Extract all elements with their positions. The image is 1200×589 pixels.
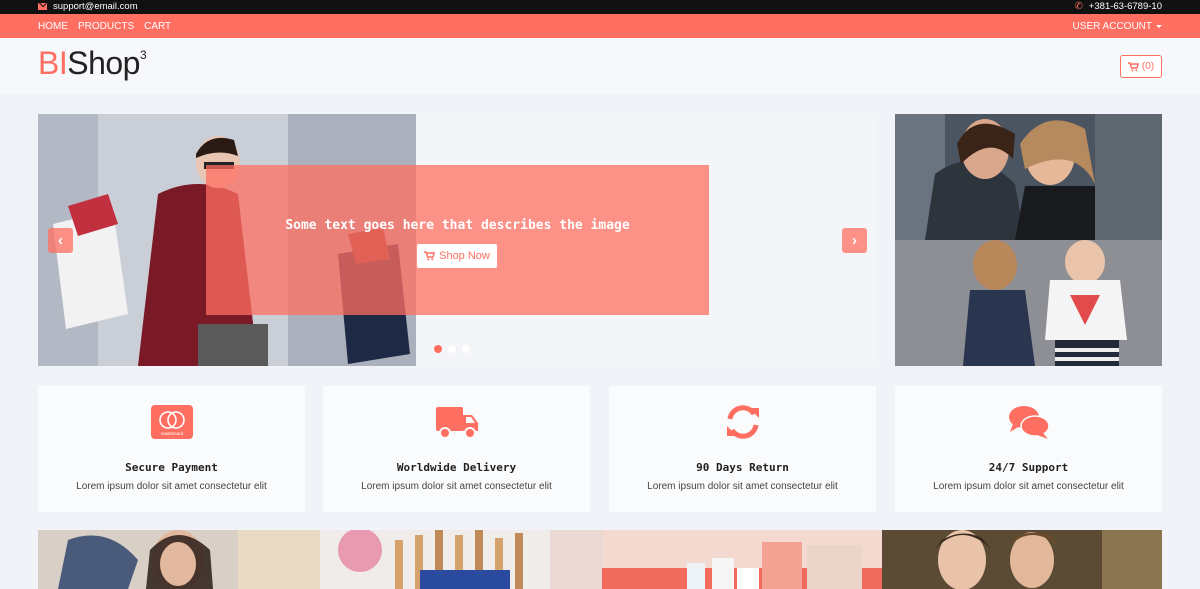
feature-desc: Lorem ipsum dolor sit amet consectetur e… xyxy=(933,481,1124,492)
credit-card-icon: mastercard xyxy=(150,405,193,439)
feature-title: Secure Payment xyxy=(125,461,218,474)
shopping-cart-icon xyxy=(424,251,436,261)
logo-bi: BI xyxy=(38,45,68,81)
nav-cart[interactable]: CART xyxy=(144,21,171,32)
shopping-cart-icon xyxy=(1127,61,1139,71)
shop-now-label: Shop Now xyxy=(439,250,490,262)
slider-indicators xyxy=(434,345,470,353)
support-email[interactable]: support@email.com xyxy=(38,1,138,12)
support-phone[interactable]: ✆ +381-63-6789-10 xyxy=(1074,1,1162,12)
nav-home[interactable]: HOME xyxy=(38,21,68,32)
feature-desc: Lorem ipsum dolor sit amet consectetur e… xyxy=(361,481,552,492)
truck-icon xyxy=(435,407,478,439)
feature-title: Worldwide Delivery xyxy=(396,461,517,474)
slider-dot-2[interactable] xyxy=(448,345,456,353)
feature-90-days-return: 90 Days Return Lorem ipsum dolor sit ame… xyxy=(609,386,876,512)
phone-icon: ✆ xyxy=(1074,0,1083,12)
feature-24-7-support: 24/7 Support Lorem ipsum dolor sit amet … xyxy=(895,386,1162,512)
user-account-dropdown[interactable]: USER ACCOUNT xyxy=(1073,21,1162,32)
caret-down-icon xyxy=(1156,25,1162,28)
slider-prev-button[interactable]: ‹ xyxy=(48,228,73,253)
logo-sup: 3 xyxy=(139,48,147,62)
category-image-skincare[interactable] xyxy=(602,530,882,589)
hero-slider: Some text goes here that describes the i… xyxy=(38,114,878,366)
refresh-icon xyxy=(726,405,759,439)
feature-title: 90 Days Return xyxy=(696,461,789,474)
slide-caption-text: Some text goes here that describes the i… xyxy=(285,218,630,233)
support-phone-text: +381-63-6789-10 xyxy=(1088,1,1162,12)
top-bar: support@email.com ✆ +381-63-6789-10 xyxy=(0,0,1200,14)
feature-worldwide-delivery: Worldwide Delivery Lorem ipsum dolor sit… xyxy=(323,386,590,512)
nav-products[interactable]: PRODUCTS xyxy=(78,21,134,32)
shop-now-button[interactable]: Shop Now xyxy=(417,244,497,268)
logo[interactable]: BIShop3 xyxy=(38,45,147,81)
category-image-fashion[interactable] xyxy=(38,530,320,589)
cart-count: (0) xyxy=(1141,61,1155,72)
slider-dot-1[interactable] xyxy=(434,345,442,353)
promo-image-kids-fashion[interactable] xyxy=(895,240,1162,366)
slider-next-button[interactable]: › xyxy=(842,228,867,253)
main-nav: HOME PRODUCTS CART USER ACCOUNT xyxy=(0,14,1200,38)
feature-desc: Lorem ipsum dolor sit amet consectetur e… xyxy=(76,481,267,492)
category-image-beauty[interactable] xyxy=(882,530,1162,589)
chevron-right-icon: › xyxy=(852,232,857,249)
slide-caption: Some text goes here that describes the i… xyxy=(206,165,709,315)
chevron-left-icon: ‹ xyxy=(58,232,63,249)
feature-secure-payment: mastercard Secure Payment Lorem ipsum do… xyxy=(38,386,305,512)
slider-dot-3[interactable] xyxy=(462,345,470,353)
comments-icon xyxy=(1008,406,1050,439)
site-header: BIShop3 (0) xyxy=(0,38,1200,94)
user-account-label: USER ACCOUNT xyxy=(1072,21,1152,32)
logo-shop: Shop xyxy=(67,45,140,81)
envelope-icon xyxy=(38,3,47,10)
feature-title: 24/7 Support xyxy=(988,461,1069,474)
promo-image-women-fashion[interactable] xyxy=(895,114,1162,240)
feature-desc: Lorem ipsum dolor sit amet consectetur e… xyxy=(647,481,838,492)
cart-button[interactable]: (0) xyxy=(1120,55,1162,78)
support-email-text: support@email.com xyxy=(53,1,138,12)
category-image-cosmetics[interactable] xyxy=(320,530,602,589)
card-label: mastercard xyxy=(160,431,183,436)
